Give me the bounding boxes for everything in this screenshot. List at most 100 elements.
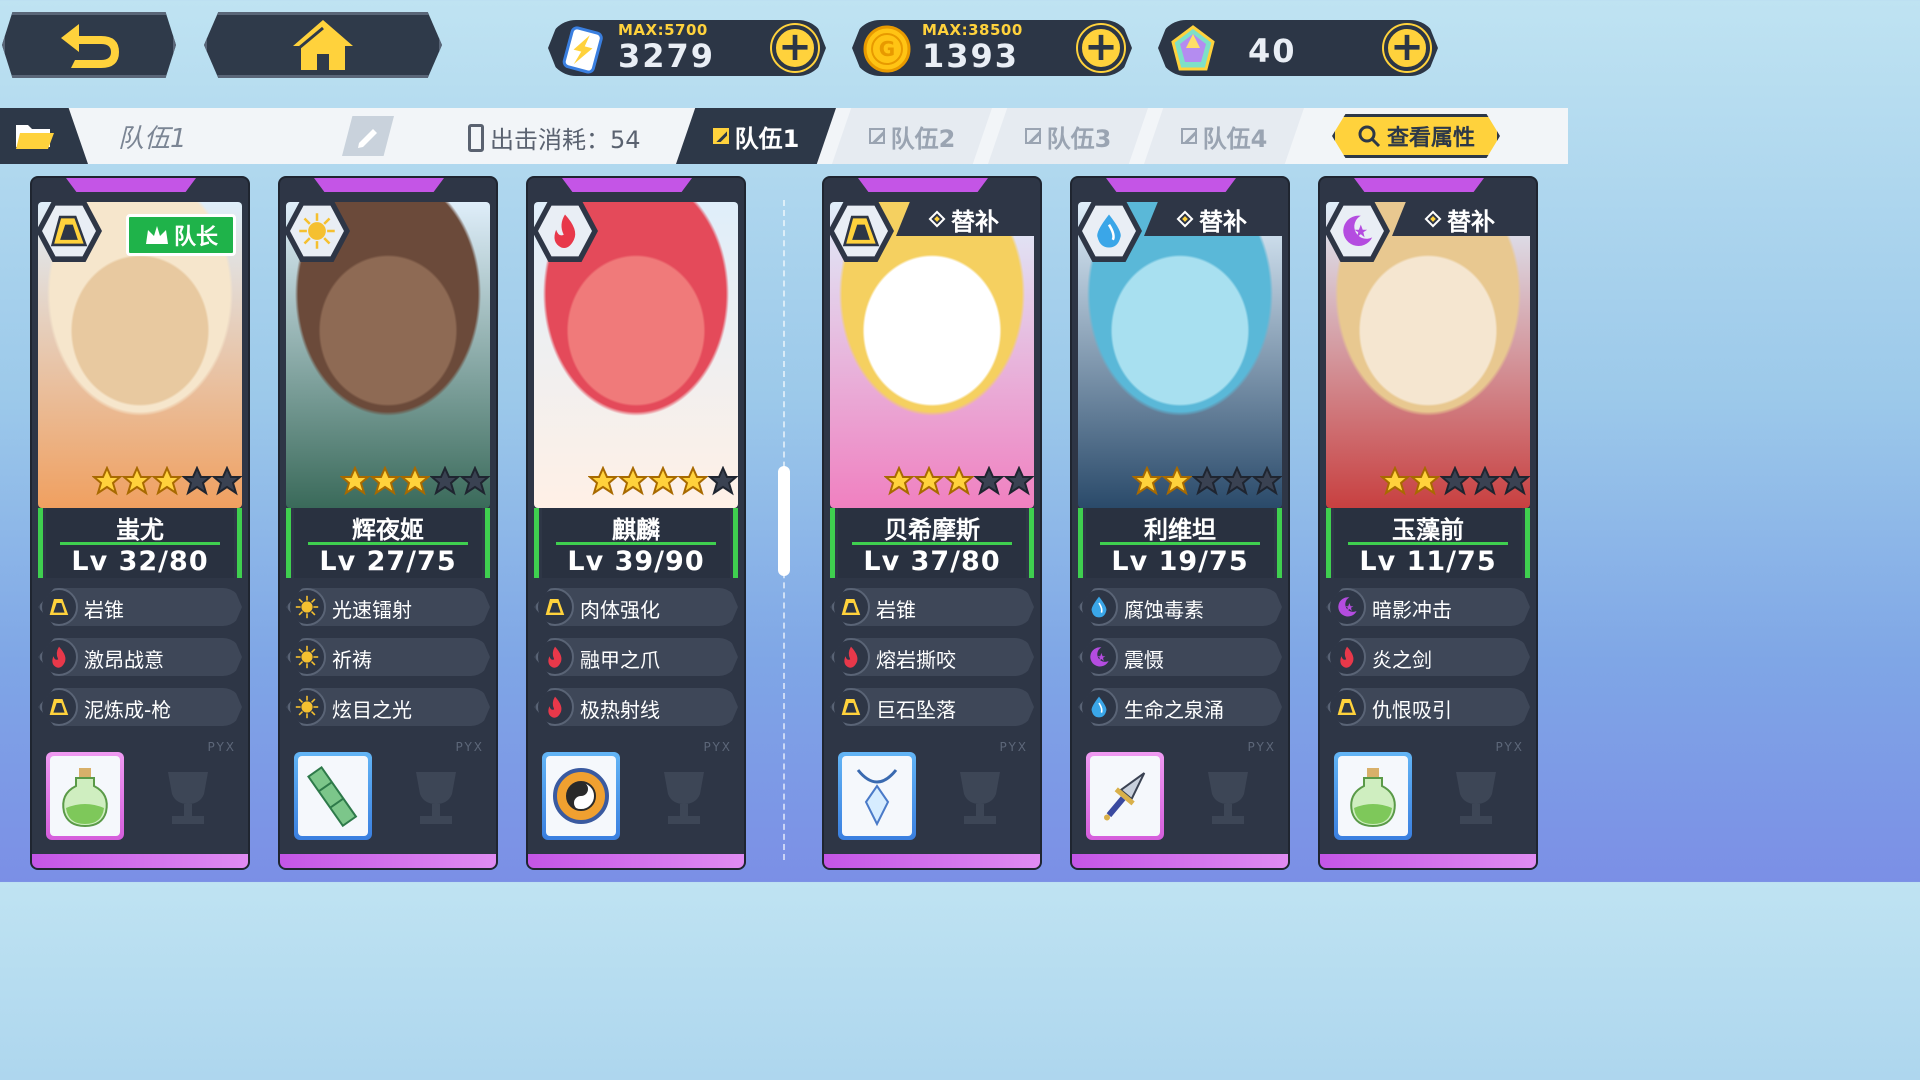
trophy-slot-icon[interactable] [160, 768, 216, 828]
skill-slot[interactable]: 仇恨吸引 [1326, 688, 1530, 726]
back-arrow-icon [61, 24, 119, 68]
star-empty-icon [974, 466, 1004, 496]
skill-slot[interactable]: 熔岩撕咬 [830, 638, 1034, 676]
trophy-slot-icon[interactable] [408, 768, 464, 828]
home-button[interactable] [204, 12, 442, 78]
equipment-slot[interactable] [294, 752, 372, 840]
star-rating [1380, 466, 1530, 496]
character-card[interactable]: 麒麟 Lv 39/90 肉体强化 融甲之爪 极热射线 PYX [528, 178, 744, 868]
skill-slot[interactable]: 泥炼成-枪 [38, 688, 242, 726]
card-bottom-bar [280, 854, 496, 868]
substitute-badge-label: 替补 [1199, 207, 1247, 236]
skill-slot[interactable]: 腐蚀毒素 [1078, 588, 1282, 626]
diamond-icon [1424, 210, 1442, 228]
scrollbar-thumb[interactable] [778, 466, 790, 576]
star-filled-icon [648, 466, 678, 496]
leader-badge-label: 队长 [173, 225, 218, 250]
equipment-slot[interactable] [542, 752, 620, 840]
view-attributes-button[interactable]: 查看属性 [1332, 114, 1500, 158]
name-underline [556, 542, 716, 545]
skill-slot[interactable]: 炫目之光 [286, 688, 490, 726]
bamboo-icon [298, 756, 368, 836]
star-rating [340, 466, 490, 496]
star-empty-icon [1470, 466, 1500, 496]
skill-slot[interactable]: 岩锥 [830, 588, 1034, 626]
tab-label: 队伍3 [1046, 124, 1112, 153]
name-underline [60, 542, 220, 545]
character-level: Lv 32/80 [71, 546, 209, 577]
folder-button[interactable] [0, 108, 88, 164]
skill-slot[interactable]: 极热射线 [534, 688, 738, 726]
star-filled-icon [370, 466, 400, 496]
card-frame-top [66, 178, 196, 192]
search-icon [1358, 125, 1381, 148]
team-bar: 队伍1 出击消耗：54 队伍1 队伍2 队伍3 队伍4 查看属性 [0, 108, 1568, 164]
name-underline [308, 542, 468, 545]
skill-slot[interactable]: 巨石坠落 [830, 688, 1034, 726]
tab-mark-icon [712, 128, 729, 144]
equipment-slot[interactable] [46, 752, 124, 840]
star-filled-icon [152, 466, 182, 496]
trophy-slot-icon[interactable] [952, 768, 1008, 828]
sortie-cost: 出击消耗：54 [468, 120, 641, 155]
substitute-badge: 替补 [1392, 202, 1530, 236]
character-card[interactable]: 辉夜姬 Lv 27/75 光速镭射 祈祷 炫目之光 PYX [280, 178, 496, 868]
name-underline [1348, 542, 1508, 545]
skill-slot[interactable]: 岩锥 [38, 588, 242, 626]
card-frame-top [1106, 178, 1236, 192]
back-button[interactable] [2, 12, 176, 78]
equipment-slot[interactable] [838, 752, 916, 840]
view-attributes-label: 查看属性 [1386, 126, 1475, 151]
name-underline [1100, 542, 1260, 545]
star-filled-icon [588, 466, 618, 496]
gold-coin-icon: G [863, 25, 911, 73]
diamond-icon [1176, 210, 1194, 228]
skill-slot[interactable]: 暗影冲击 [1326, 588, 1530, 626]
star-filled-icon [122, 466, 152, 496]
skill-name: 极热射线 [580, 698, 660, 722]
trophy-slot-icon[interactable] [1448, 768, 1504, 828]
character-name: 贝希摩斯 [884, 516, 980, 544]
trophy-slot-icon[interactable] [656, 768, 712, 828]
card-bottom-bar [1320, 854, 1536, 868]
skill-name: 仇恨吸引 [1372, 698, 1452, 722]
tab-team-2[interactable]: 队伍2 [832, 108, 992, 164]
skill-slot[interactable]: 激昂战意 [38, 638, 242, 676]
skill-name: 腐蚀毒素 [1124, 598, 1204, 622]
compass-disc-icon [546, 756, 616, 836]
crystal-plus-button[interactable]: + [1384, 25, 1430, 71]
character-card[interactable]: 替补 利维坦 Lv 19/75 腐蚀毒素 震慑 生命之泉涌 PYX [1072, 178, 1288, 868]
star-rating [1132, 466, 1282, 496]
character-card[interactable]: 队长 蚩尤 Lv 32/80 岩锥 激昂战意 泥炼成-枪 PYX [32, 178, 248, 868]
tab-mark-icon [868, 128, 885, 144]
equipment-slot[interactable] [1086, 752, 1164, 840]
skill-slot[interactable]: 肉体强化 [534, 588, 738, 626]
star-empty-icon [1440, 466, 1470, 496]
skill-slot[interactable]: 融甲之爪 [534, 638, 738, 676]
energy-resource: MAX:5700 3279 + [548, 20, 826, 76]
tab-team-3[interactable]: 队伍3 [988, 108, 1148, 164]
star-empty-icon [1192, 466, 1222, 496]
skill-name: 巨石坠落 [876, 698, 956, 722]
tab-team-4[interactable]: 队伍4 [1144, 108, 1304, 164]
edit-name-button[interactable] [342, 116, 394, 156]
skill-slot[interactable]: 炎之剑 [1326, 638, 1530, 676]
skill-slot[interactable]: 光速镭射 [286, 588, 490, 626]
skill-name: 祈祷 [332, 648, 372, 672]
skill-slot[interactable]: 祈祷 [286, 638, 490, 676]
skill-name: 岩锥 [84, 598, 124, 622]
character-card[interactable]: 替补 贝希摩斯 Lv 37/80 岩锥 熔岩撕咬 巨石坠落 PYX [824, 178, 1040, 868]
skill-slot[interactable]: 震慑 [1078, 638, 1282, 676]
character-card[interactable]: 替补 玉藻前 Lv 11/75 暗影冲击 炎之剑 仇恨吸引 PYX [1320, 178, 1536, 868]
trophy-slot-icon[interactable] [1200, 768, 1256, 828]
star-empty-icon [1252, 466, 1282, 496]
skill-slot[interactable]: 生命之泉涌 [1078, 688, 1282, 726]
character-level: Lv 11/75 [1359, 546, 1497, 577]
star-empty-icon [1222, 466, 1252, 496]
tab-team-1[interactable]: 队伍1 [676, 108, 836, 164]
card-bottom-bar [528, 854, 744, 868]
energy-plus-button[interactable]: + [772, 25, 818, 71]
equipment-slot[interactable] [1334, 752, 1412, 840]
character-level: Lv 19/75 [1111, 546, 1249, 577]
gold-plus-button[interactable]: + [1078, 25, 1124, 71]
